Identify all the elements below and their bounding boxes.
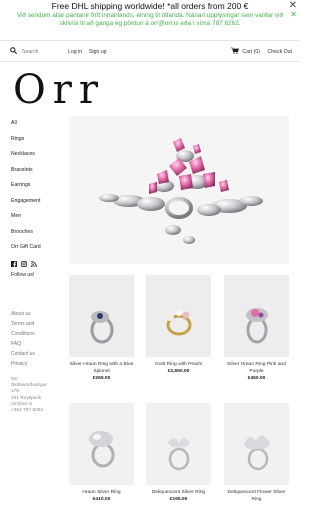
top-bar: Log in Sign up Cart (0) Check Out	[10, 46, 292, 58]
follow-us-label: Follow us!	[11, 271, 35, 278]
link-about-us[interactable]: About us	[11, 311, 61, 321]
nav-item-engagement[interactable]: Engagement	[11, 198, 61, 214]
announcement-bar: Free DHL shipping worldwide! *all orders…	[0, 0, 300, 27]
cart-link[interactable]: Cart (0)	[231, 47, 260, 56]
phone-number: +354 787 6262	[11, 408, 44, 414]
nav-item-gift-card[interactable]: Orr Gift Card	[11, 244, 61, 260]
checkout-link[interactable]: Check Out	[267, 49, 292, 55]
nav-item-rings[interactable]: Rings	[11, 136, 61, 152]
brand-logo[interactable]: Orr	[13, 68, 105, 112]
product-image[interactable]	[146, 403, 211, 485]
link-contact-us[interactable]: Contact us	[11, 351, 61, 361]
announcement-shipping-text: Free DHL shipping worldwide! *all orders…	[51, 1, 249, 11]
product-card[interactable]: Deliquescent Silver Ring €195.00	[146, 403, 211, 502]
product-image[interactable]	[69, 403, 134, 485]
product-price: €460.00	[247, 376, 266, 381]
link-conditions[interactable]: Conditions	[11, 331, 61, 341]
product-price: €195.00	[169, 497, 188, 502]
instagram-icon[interactable]	[21, 260, 28, 269]
product-card[interactable]: Silver Hraun Ring Pink and Purple €460.0…	[224, 275, 289, 381]
search-icon[interactable]	[10, 47, 18, 56]
nav-item-necklaces[interactable]: Necklaces	[11, 151, 61, 167]
search-form	[10, 47, 62, 56]
facebook-icon[interactable]	[11, 260, 17, 269]
hero-jewelry-illustration	[99, 138, 263, 244]
cart-icon	[231, 47, 240, 56]
product-card[interactable]: Gold Ring with Pearls €2,650.00	[146, 275, 211, 374]
cart-label: Cart (0)	[242, 48, 260, 55]
store-address: Orr Skólavörðustígur 17b 101 Reykjavík o…	[11, 377, 51, 414]
social-icons	[11, 260, 61, 269]
category-nav: All Rings Necklaces Bracelets Earrings E…	[11, 120, 61, 260]
login-link[interactable]: Log in	[68, 49, 82, 55]
link-privacy[interactable]: Privacy	[11, 361, 61, 371]
product-image[interactable]	[224, 403, 289, 485]
divider	[0, 61, 300, 62]
nav-item-earrings[interactable]: Earrings	[11, 182, 61, 198]
sidebar: All Rings Necklaces Bracelets Earrings E…	[11, 120, 61, 413]
product-name[interactable]: Hraun Silver Ring	[69, 489, 134, 496]
product-card[interactable]: Silver Hraun Ring with a Blue Spinnel €2…	[69, 275, 134, 381]
product-price: €2,650.00	[167, 369, 190, 374]
product-card[interactable]: Deliquescent Flower Silver Ring	[224, 403, 289, 504]
product-name[interactable]: Deliquescent Silver Ring	[146, 489, 211, 496]
divider	[0, 40, 300, 41]
link-faq[interactable]: FAQ	[11, 341, 61, 351]
nav-item-bracelets[interactable]: Bracelets	[11, 167, 61, 183]
product-card[interactable]: Hraun Silver Ring €410.00	[69, 403, 134, 502]
product-name[interactable]: Silver Hraun Ring with a Blue Spinnel	[69, 361, 134, 375]
rss-icon[interactable]	[31, 260, 37, 269]
announcement-local-text: Við sendum allar pantanir frítt innanlan…	[16, 12, 284, 27]
nav-item-all[interactable]: All	[11, 120, 61, 136]
close-icon[interactable]: ✕	[290, 10, 297, 19]
product-image[interactable]	[146, 275, 211, 357]
signup-link[interactable]: Sign up	[89, 49, 107, 55]
product-name[interactable]: Deliquescent Flower Silver Ring	[224, 489, 289, 503]
product-image[interactable]	[224, 275, 289, 357]
product-name[interactable]: Gold Ring with Pearls	[146, 361, 211, 368]
footer-links: About us Terms and Conditions FAQ Contac…	[11, 311, 61, 371]
search-input[interactable]	[22, 48, 62, 55]
product-price: €265.00	[92, 376, 111, 381]
product-name[interactable]: Silver Hraun Ring Pink and Purple	[224, 361, 289, 375]
product-image[interactable]	[69, 275, 134, 357]
nav-item-brooches[interactable]: Brooches	[11, 229, 61, 245]
link-terms[interactable]: Terms and	[11, 321, 61, 331]
hero-image[interactable]	[69, 116, 289, 264]
nav-item-men[interactable]: Men	[11, 213, 61, 229]
product-price: €410.00	[92, 497, 111, 502]
